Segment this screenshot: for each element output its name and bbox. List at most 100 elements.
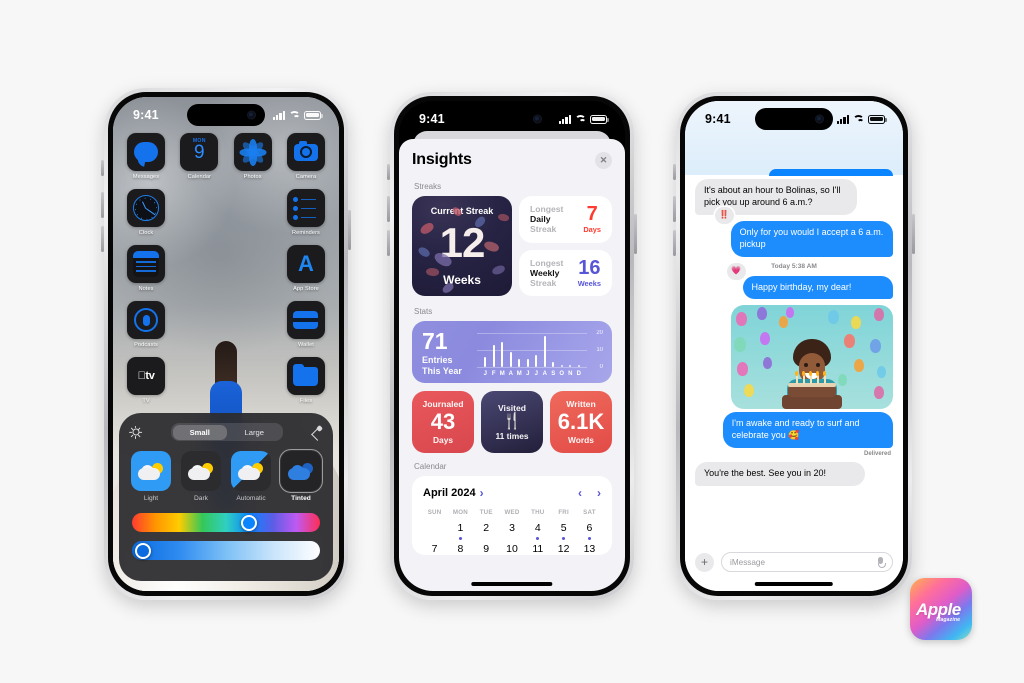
volume-up-button[interactable] <box>387 196 390 222</box>
card-value: 7 <box>586 203 598 226</box>
app-files[interactable]: Files <box>286 357 325 404</box>
mode-light[interactable]: Light <box>131 451 171 502</box>
calendar-day: 9 <box>194 142 205 163</box>
app-podcasts[interactable]: Podcasts <box>127 301 165 348</box>
app-clock[interactable]: Clock <box>127 189 165 236</box>
tapback-icon[interactable]: ‼️ <box>714 206 734 224</box>
current-streak-card[interactable]: Current Streak 12 Weeks <box>412 196 512 296</box>
calendar-day[interactable]: 7 <box>423 543 446 555</box>
balloon-decoration <box>763 357 773 370</box>
message-bubble-incoming[interactable]: You're the best. See you in 20! <box>695 462 866 486</box>
apple-magazine-badge[interactable]: Apple Magazine <box>910 578 972 640</box>
chart-month-label: O <box>559 371 565 377</box>
hue-slider[interactable] <box>132 513 320 532</box>
brightness-icon[interactable] <box>129 425 142 439</box>
calendar-day[interactable]: 12 <box>552 543 575 555</box>
mode-tinted[interactable]: Tinted <box>279 449 323 502</box>
mute-switch[interactable] <box>387 164 390 180</box>
calendar-day[interactable]: 1 <box>449 522 472 540</box>
mode-dark[interactable]: Dark <box>181 451 221 502</box>
app-label: Wallet <box>298 342 314 348</box>
entries-stats-card[interactable]: 71 Entries This Year 20 10 0 J F M A M J… <box>412 321 612 383</box>
power-button[interactable] <box>348 210 351 250</box>
calendar-day[interactable]: 3 <box>500 522 523 540</box>
eyedropper-icon[interactable] <box>312 426 323 439</box>
journal-screen: 9:41 Insights ✕ Streaks Current Streak 1… <box>399 101 625 591</box>
photo-attachment[interactable] <box>730 305 893 410</box>
volume-up-button[interactable] <box>101 192 104 218</box>
hue-slider-knob[interactable] <box>240 514 257 531</box>
chart-month-label: J <box>483 371 487 377</box>
calendar-day[interactable]: 11 <box>526 543 549 555</box>
app-notes[interactable]: Notes <box>127 245 165 292</box>
volume-up-button[interactable] <box>673 196 676 222</box>
app-camera[interactable]: Camera <box>286 133 325 180</box>
app-photos[interactable]: Photos <box>233 133 272 180</box>
calendar-prev-button[interactable]: ‹ <box>578 486 582 500</box>
chart-bar <box>524 331 533 367</box>
app-store-icon: A <box>286 245 325 283</box>
home-indicator[interactable] <box>471 582 553 586</box>
calendar-day[interactable]: 9 <box>475 543 498 555</box>
longest-weekly-streak-card[interactable]: Longest Weekly Streak 16 Weeks <box>519 249 612 296</box>
chevron-right-icon[interactable]: › <box>480 486 484 500</box>
app-wallet[interactable]: Wallet <box>286 301 325 348</box>
apple-tv-icon: tv <box>127 357 165 395</box>
current-streak-unit: Weeks <box>443 273 481 287</box>
calendar-next-button[interactable]: › <box>597 486 601 500</box>
app-calendar[interactable]: MON 9 Calendar <box>180 133 219 180</box>
power-button[interactable] <box>912 214 915 254</box>
phone-messages: 9:41 ‹ Tania› <box>673 92 915 600</box>
balloon-decoration <box>743 384 754 398</box>
icon-size-segmented-control[interactable]: Small Large <box>171 423 283 441</box>
microphone-icon[interactable] <box>877 557 886 568</box>
imessage-input[interactable]: iMessage <box>721 552 893 572</box>
tile-written[interactable]: Written 6.1K Words <box>550 391 612 453</box>
tile-visited[interactable]: Visited 🍴 11 times <box>481 391 543 453</box>
balloon-decoration <box>870 338 882 353</box>
chart-bar <box>558 331 567 367</box>
app-app-store[interactable]: A App Store <box>286 245 325 292</box>
shade-slider[interactable] <box>132 541 320 560</box>
shade-slider-knob[interactable] <box>135 542 152 559</box>
mode-automatic[interactable]: Automatic <box>231 451 271 502</box>
volume-down-button[interactable] <box>101 226 104 252</box>
app-messages[interactable]: Messages <box>127 133 165 180</box>
mute-switch[interactable] <box>673 164 676 180</box>
previous-message-peek <box>769 169 893 176</box>
message-bubble-outgoing[interactable]: I'm awake and ready to surf and celebrat… <box>722 412 893 449</box>
mute-switch[interactable] <box>101 160 104 176</box>
calendar-day[interactable]: 5 <box>552 522 575 540</box>
longest-daily-streak-card[interactable]: Longest Daily Streak 7 Days <box>519 196 612 243</box>
app-reminders[interactable]: Reminders <box>286 189 325 236</box>
calendar-day[interactable]: 13 <box>578 543 601 555</box>
tapback-icon[interactable]: 💗 <box>726 262 746 280</box>
volume-down-button[interactable] <box>673 230 676 256</box>
add-attachment-button[interactable]: + <box>695 552 714 572</box>
wallet-icon <box>286 301 325 339</box>
calendar-day[interactable]: 8 <box>449 543 472 555</box>
calendar-day[interactable]: 6 <box>578 522 601 540</box>
dow-sat: SAT <box>583 509 596 516</box>
close-icon[interactable]: ✕ <box>595 151 612 169</box>
app-tv[interactable]: tv TV <box>127 357 165 404</box>
calendar-day[interactable]: 2 <box>475 522 498 540</box>
app-row: Clock Reminders <box>127 189 325 236</box>
camera-icon <box>286 133 325 171</box>
home-indicator[interactable] <box>754 582 834 586</box>
power-button[interactable] <box>634 214 637 254</box>
segment-small[interactable]: Small <box>172 424 227 440</box>
dow-thu: THU <box>531 509 545 516</box>
segment-large[interactable]: Large <box>227 425 282 440</box>
volume-down-button[interactable] <box>387 230 390 256</box>
tile-journaled[interactable]: Journaled 43 Days <box>412 391 474 453</box>
chart-month-label: S <box>551 371 556 377</box>
section-label-streaks: Streaks <box>414 182 442 191</box>
message-bubble-outgoing[interactable]: Only for you would I accept a 6 a.m. pic… <box>714 206 893 257</box>
calendar-day[interactable]: 4 <box>526 522 549 540</box>
calendar-day[interactable]: 10 <box>500 543 523 555</box>
balloon-decoration <box>737 361 749 376</box>
calendar-day[interactable] <box>423 522 446 540</box>
calendar-month-label[interactable]: April 2024 <box>423 487 476 499</box>
message-bubble-outgoing[interactable]: Happy birthday, my dear! 💗 <box>726 262 893 300</box>
